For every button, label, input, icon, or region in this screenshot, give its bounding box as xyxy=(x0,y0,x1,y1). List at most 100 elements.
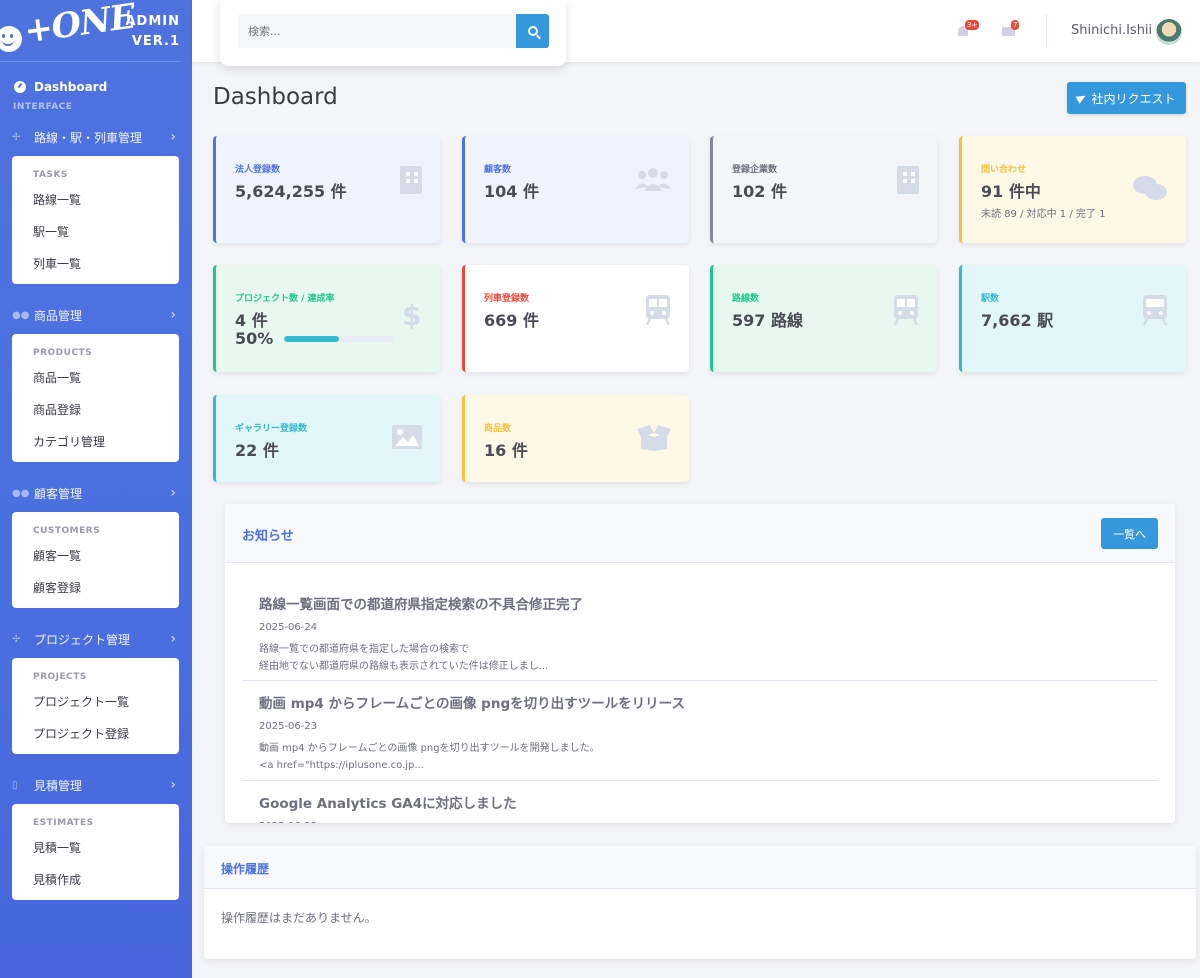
chevron-right-icon: › xyxy=(170,129,176,145)
chevron-right-icon: › xyxy=(170,307,176,323)
stat-card-projects[interactable]: プロジェクト数 / 達成率 4 件 50% $ xyxy=(213,265,440,372)
users-icon xyxy=(635,168,671,191)
notices-title: お知らせ xyxy=(242,529,294,544)
search-button[interactable] xyxy=(516,14,549,48)
stat-card-value: 4 件 xyxy=(235,311,268,330)
stat-card-label: 列車登録数 xyxy=(484,294,530,304)
notice-date: 2025-06-24 xyxy=(259,622,318,633)
internal-request-label: 社内リクエスト xyxy=(1091,91,1176,106)
building-icon xyxy=(400,166,422,194)
stat-card-value: 669 件 xyxy=(484,311,539,330)
messages-badge: 7 xyxy=(1011,20,1020,30)
image-icon xyxy=(392,425,422,449)
notice-item[interactable]: Google Analytics GA4に対応しました 2025-06-22 xyxy=(259,792,1159,823)
notice-title[interactable]: 動画 mp4 からフレームごとの画像 pngを切り出すツールをリリース xyxy=(259,692,1159,712)
submenu-item-project-register[interactable]: プロジェクト登録 xyxy=(12,718,179,750)
submenu-item-train-list[interactable]: 列車一覧 xyxy=(12,248,179,280)
sidebar-item-label: Dashboard xyxy=(34,80,108,94)
stat-card-label: 顧客数 xyxy=(484,165,512,175)
train-icon xyxy=(645,295,671,325)
submenu-heading: PRODUCTS xyxy=(33,348,93,358)
messages-button[interactable]: 7 xyxy=(1000,20,1022,38)
progress-bar xyxy=(284,336,394,342)
sidebar-group-products[interactable]: ●● 商品管理 › xyxy=(0,296,192,334)
submenu-item-project-list[interactable]: プロジェクト一覧 xyxy=(12,686,179,718)
stat-card-stations[interactable]: 駅数 7,662 駅 xyxy=(959,265,1186,372)
notice-body-line: 動画 mp4 からフレームごとの画像 pngを切り出すツールを開発しました。 xyxy=(259,743,600,754)
internal-request-button[interactable]: 社内リクエスト xyxy=(1067,82,1186,114)
stat-card-routes[interactable]: 路線数 597 路線 xyxy=(710,265,937,372)
file-icon: ▯ xyxy=(12,779,18,791)
sidebar-group-routes[interactable]: ✢ 路線・駅・列車管理 › xyxy=(0,118,192,156)
smile-logo-icon xyxy=(0,26,22,52)
brand[interactable]: +ONE ADMIN VER.1 xyxy=(0,0,180,62)
stat-card-inquiries[interactable]: 問い合わせ 91 件中 未読 89 / 対応中 1 / 完了 1 xyxy=(959,136,1186,243)
brand-logo: +ONE xyxy=(21,0,138,52)
notice-body-line: 経由地でない都道府県の路線も表示されていた件は修正しまし... xyxy=(259,661,549,672)
submenu-item-product-list[interactable]: 商品一覧 xyxy=(12,362,179,394)
subway-icon xyxy=(1142,295,1168,325)
paper-plane-icon xyxy=(1076,92,1088,104)
submenu-item-product-register[interactable]: 商品登録 xyxy=(12,394,179,426)
submenu-item-customer-list[interactable]: 顧客一覧 xyxy=(12,540,179,572)
notice-title[interactable]: 路線一覧画面での都道府県指定検索の不具合修正完了 xyxy=(259,593,1159,613)
sitemap-icon: ✢ xyxy=(12,633,21,645)
submenu-products: PRODUCTS 商品一覧 商品登録 カテゴリ管理 xyxy=(12,334,179,462)
brand-line-2: VER.1 xyxy=(131,34,180,49)
chevron-right-icon: › xyxy=(170,631,176,647)
notice-item[interactable]: 路線一覧画面での都道府県指定検索の不具合修正完了 2025-06-24 路線一覧… xyxy=(259,593,1159,675)
submenu-item-station-list[interactable]: 駅一覧 xyxy=(12,216,179,248)
submenu-item-customer-register[interactable]: 顧客登録 xyxy=(12,572,179,604)
submenu-item-category-manage[interactable]: カテゴリ管理 xyxy=(12,426,179,458)
stat-card-gallery[interactable]: ギャラリー登録数 22 件 xyxy=(213,395,440,482)
search-icon xyxy=(527,26,538,36)
sidebar-group-estimates[interactable]: ▯ 見積管理 › xyxy=(0,766,192,804)
stat-card-companies[interactable]: 登録企業数 102 件 xyxy=(710,136,937,243)
stat-card-value: 5,624,255 件 xyxy=(235,182,347,201)
notices-list-button[interactable]: 一覧へ xyxy=(1101,518,1158,549)
sidebar-group-projects[interactable]: ✢ プロジェクト管理 › xyxy=(0,620,192,658)
user-name[interactable]: Shinichi.Ishii xyxy=(1071,23,1152,38)
notice-title[interactable]: Google Analytics GA4に対応しました xyxy=(259,792,1159,812)
stat-card-corporations[interactable]: 法人登録数 5,624,255 件 xyxy=(213,136,440,243)
notice-item[interactable]: 動画 mp4 からフレームごとの画像 pngを切り出すツールをリリース 2025… xyxy=(259,692,1159,774)
stat-card-trains[interactable]: 列車登録数 669 件 xyxy=(462,265,689,372)
train-icon xyxy=(893,295,919,325)
avatar[interactable] xyxy=(1156,19,1182,45)
history-panel: 操作履歴 操作履歴はまだありません。 xyxy=(204,846,1196,959)
building-icon xyxy=(897,166,919,194)
submenu-customers: CUSTOMERS 顧客一覧 顧客登録 xyxy=(12,512,179,608)
alerts-badge: 3+ xyxy=(965,20,980,30)
sitemap-icon: ✢ xyxy=(12,131,21,143)
stat-card-label: プロジェクト数 / 達成率 xyxy=(235,294,335,304)
sidebar-heading-interface: INTERFACE xyxy=(13,102,73,112)
stat-card-products[interactable]: 商品数 16 件 xyxy=(462,395,689,482)
sidebar-item-dashboard[interactable]: Dashboard xyxy=(0,74,192,100)
stat-card-label: 駅数 xyxy=(981,294,1000,304)
progress-percent: 50% xyxy=(235,329,274,348)
chevron-right-icon: › xyxy=(170,485,176,501)
topbar-divider xyxy=(1046,14,1047,48)
stat-card-label: 登録企業数 xyxy=(732,165,778,175)
alerts-button[interactable]: 3+ xyxy=(954,20,980,38)
sidebar-group-customers[interactable]: ●● 顧客管理 › xyxy=(0,474,192,512)
search-input[interactable] xyxy=(238,14,516,48)
submenu-item-route-list[interactable]: 路線一覧 xyxy=(12,184,179,216)
submenu-heading: TASKS xyxy=(33,170,68,180)
submenu-item-estimate-create[interactable]: 見積作成 xyxy=(12,864,179,896)
stat-card-customers[interactable]: 顧客数 104 件 xyxy=(462,136,689,243)
brand-line-1: ADMIN xyxy=(125,14,180,29)
stat-card-value: 16 件 xyxy=(484,441,528,460)
submenu-projects: PROJECTS プロジェクト一覧 プロジェクト登録 xyxy=(12,658,179,754)
submenu-routes: TASKS 路線一覧 駅一覧 列車一覧 xyxy=(12,156,179,284)
comments-icon xyxy=(1133,176,1167,200)
notice-date: 2025-06-23 xyxy=(259,721,318,732)
submenu-item-estimate-list[interactable]: 見積一覧 xyxy=(12,832,179,864)
box-open-icon xyxy=(637,425,671,451)
stat-card-value: 91 件中 xyxy=(981,182,1041,201)
sidebar-group-label: 見積管理 xyxy=(34,778,83,793)
notice-body-line: <a href="https://iplusone.co.jp... xyxy=(259,760,424,771)
history-empty-message: 操作履歴はまだありません。 xyxy=(221,911,377,925)
submenu-heading: PROJECTS xyxy=(33,672,87,682)
notice-body: 路線一覧での都道府県を指定した場合の検索で 経由地でない都道府県の路線も表示され… xyxy=(259,641,1159,675)
